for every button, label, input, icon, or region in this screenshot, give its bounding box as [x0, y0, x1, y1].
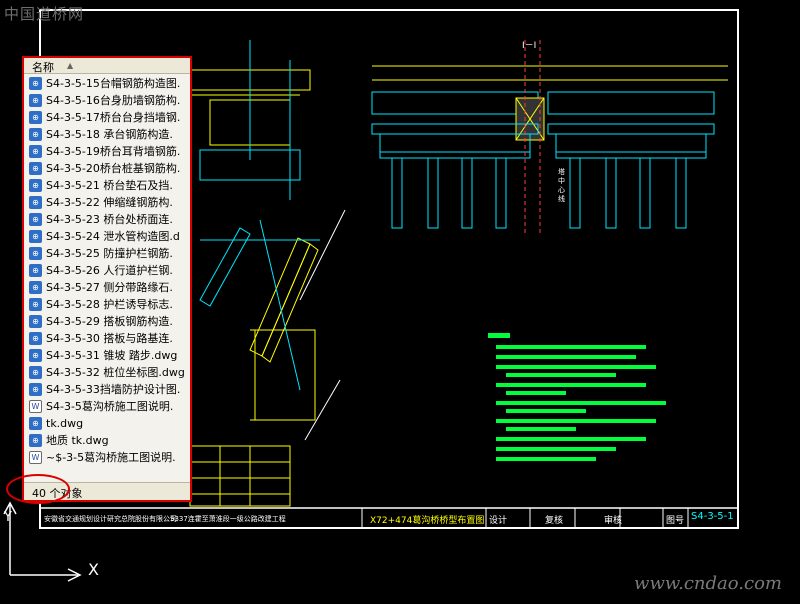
dwg-file-icon: ⊕: [29, 128, 42, 141]
dwg-file-icon: ⊕: [29, 434, 42, 447]
title-project: S337连霍至萧淮段一级公路改建工程: [170, 515, 286, 523]
file-list-item[interactable]: ⊕ S4-3-5-15台帽钢筋构造图.: [24, 75, 190, 92]
section-title: I－I: [522, 41, 536, 51]
title-company: 安徽省交通规划设计研究总院股份有限公司: [44, 515, 177, 523]
file-list-item[interactable]: W ~$-3-5葛沟桥施工图说明.: [24, 449, 190, 466]
dwg-file-icon: ⊕: [29, 298, 42, 311]
dwg-file-icon: ⊕: [29, 111, 42, 124]
column-header-name[interactable]: 名称 ▲: [24, 58, 190, 74]
file-name: S4-3-5-17桥台台身挡墙钢.: [46, 111, 181, 124]
file-list-item[interactable]: ⊕ S4-3-5-22 伸缩缝钢筋构.: [24, 194, 190, 211]
file-list-item[interactable]: ⊕ tk.dwg: [24, 415, 190, 432]
dwg-file-icon: ⊕: [29, 247, 42, 260]
dwg-file-icon: ⊕: [29, 349, 42, 362]
file-list-item[interactable]: ⊕ S4-3-5-20桥台桩基钢筋构.: [24, 160, 190, 177]
file-name: S4-3-5-33挡墙防护设计图.: [46, 383, 181, 396]
dwg-file-icon: ⊕: [29, 281, 42, 294]
file-list-item[interactable]: ⊕ S4-3-5-32 桩位坐标图.dwg: [24, 364, 190, 381]
drawing-no: S4-3-5-1: [691, 511, 734, 522]
file-name: tk.dwg: [46, 417, 84, 430]
column-header-label: 名称: [32, 61, 54, 74]
file-name: S4-3-5-18 承台钢筋构造.: [46, 128, 173, 141]
dwg-file-icon: ⊕: [29, 77, 42, 90]
dwg-file-icon: ⊕: [29, 315, 42, 328]
file-list-item[interactable]: ⊕ S4-3-5-29 搭板钢筋构造.: [24, 313, 190, 330]
file-name: S4-3-5-28 护栏诱导标志.: [46, 298, 173, 311]
file-name: S4-3-5-15台帽钢筋构造图.: [46, 77, 181, 90]
file-list-item[interactable]: ⊕ S4-3-5-30 搭板与路基连.: [24, 330, 190, 347]
file-name: S4-3-5-20桥台桩基钢筋构.: [46, 162, 181, 175]
axis-x-label: X: [88, 560, 99, 579]
file-name: S4-3-5-21 桥台垫石及挡.: [46, 179, 173, 192]
file-name: 地质 tk.dwg: [46, 434, 109, 447]
sheet-title: X72+474葛沟桥桥型布置图: [370, 516, 485, 526]
watermark-bottom: www.cndao.com: [634, 573, 782, 594]
dwg-file-icon: ⊕: [29, 366, 42, 379]
file-name: S4-3-5-22 伸缩缝钢筋构.: [46, 196, 173, 209]
file-list-item[interactable]: ⊕ S4-3-5-21 桥台垫石及挡.: [24, 177, 190, 194]
axis-y-label: Y: [4, 510, 12, 525]
file-list-item[interactable]: ⊕ S4-3-5-33挡墙防护设计图.: [24, 381, 190, 398]
file-list-item[interactable]: W S4-3-5葛沟桥施工图说明.: [24, 398, 190, 415]
file-list-item[interactable]: ⊕ S4-3-5-31 锥坡 踏步.dwg: [24, 347, 190, 364]
check-label: 审核: [604, 516, 623, 526]
highlight-ellipse: [6, 474, 70, 504]
file-name: S4-3-5-30 搭板与路基连.: [46, 332, 173, 345]
sort-asc-icon: ▲: [67, 61, 74, 70]
dwg-file-icon: ⊕: [29, 332, 42, 345]
file-list-item[interactable]: ⊕ S4-3-5-16台身肋墙钢筋构.: [24, 92, 190, 109]
file-list-item[interactable]: ⊕ 地质 tk.dwg: [24, 432, 190, 449]
file-name: S4-3-5-19桥台耳背墙钢筋.: [46, 145, 181, 158]
file-name: S4-3-5-16台身肋墙钢筋构.: [46, 94, 181, 107]
dwg-file-icon: ⊕: [29, 417, 42, 430]
file-name: S4-3-5-26 人行道护栏钢.: [46, 264, 173, 277]
dwg-file-icon: ⊕: [29, 213, 42, 226]
file-list-item[interactable]: ⊕ S4-3-5-17桥台台身挡墙钢.: [24, 109, 190, 126]
dwg-file-icon: ⊕: [29, 196, 42, 209]
file-list-item[interactable]: ⊕ S4-3-5-24 泄水管构造图.d: [24, 228, 190, 245]
dwg-file-icon: ⊕: [29, 264, 42, 277]
dwg-file-icon: ⊕: [29, 383, 42, 396]
file-list-panel[interactable]: 名称 ▲ ⊕ S4-3-5-15台帽钢筋构造图. ⊕ S4-3-5-16台身肋墙钢筋构…: [22, 56, 192, 502]
file-name: S4-3-5-29 搭板钢筋构造.: [46, 315, 173, 328]
file-name: S4-3-5-24 泄水管构造图.d: [46, 230, 180, 243]
file-list-item[interactable]: ⊕ S4-3-5-26 人行道护栏钢.: [24, 262, 190, 279]
file-name: S4-3-5-32 桩位坐标图.dwg: [46, 366, 185, 379]
dwg-file-icon: ⊕: [29, 145, 42, 158]
word-doc-icon: W: [29, 451, 42, 464]
file-list-item[interactable]: ⊕ S4-3-5-23 桥台处桥面连.: [24, 211, 190, 228]
dwg-file-icon: ⊕: [29, 179, 42, 192]
dwg-file-icon: ⊕: [29, 94, 42, 107]
file-name: ~$-3-5葛沟桥施工图说明.: [46, 451, 176, 464]
drawing-no-label: 图号: [666, 516, 685, 526]
file-name: S4-3-5葛沟桥施工图说明.: [46, 400, 174, 413]
file-list-item[interactable]: ⊕ S4-3-5-27 侧分带路缘石.: [24, 279, 190, 296]
file-list-item[interactable]: ⊕ S4-3-5-25 防撞护栏钢筋.: [24, 245, 190, 262]
file-list-item[interactable]: ⊕ S4-3-5-19桥台耳背墙钢筋.: [24, 143, 190, 160]
file-list[interactable]: ⊕ S4-3-5-15台帽钢筋构造图. ⊕ S4-3-5-16台身肋墙钢筋构. ⊕ S4-…: [24, 75, 190, 480]
word-doc-icon: W: [29, 400, 42, 413]
review-label: 复核: [545, 516, 564, 526]
watermark-top: 中国道桥网: [4, 5, 85, 23]
dwg-file-icon: ⊕: [29, 162, 42, 175]
file-list-item[interactable]: ⊕ S4-3-5-18 承台钢筋构造.: [24, 126, 190, 143]
tower-centerline-label: 塔中心线: [558, 168, 565, 203]
design-label: 设计: [489, 516, 508, 526]
file-list-item[interactable]: ⊕ S4-3-5-28 护栏诱导标志.: [24, 296, 190, 313]
file-name: S4-3-5-25 防撞护栏钢筋.: [46, 247, 173, 260]
file-name: S4-3-5-31 锥坡 踏步.dwg: [46, 349, 178, 362]
dwg-file-icon: ⊕: [29, 230, 42, 243]
file-name: S4-3-5-23 桥台处桥面连.: [46, 213, 173, 226]
file-name: S4-3-5-27 侧分带路缘石.: [46, 281, 173, 294]
